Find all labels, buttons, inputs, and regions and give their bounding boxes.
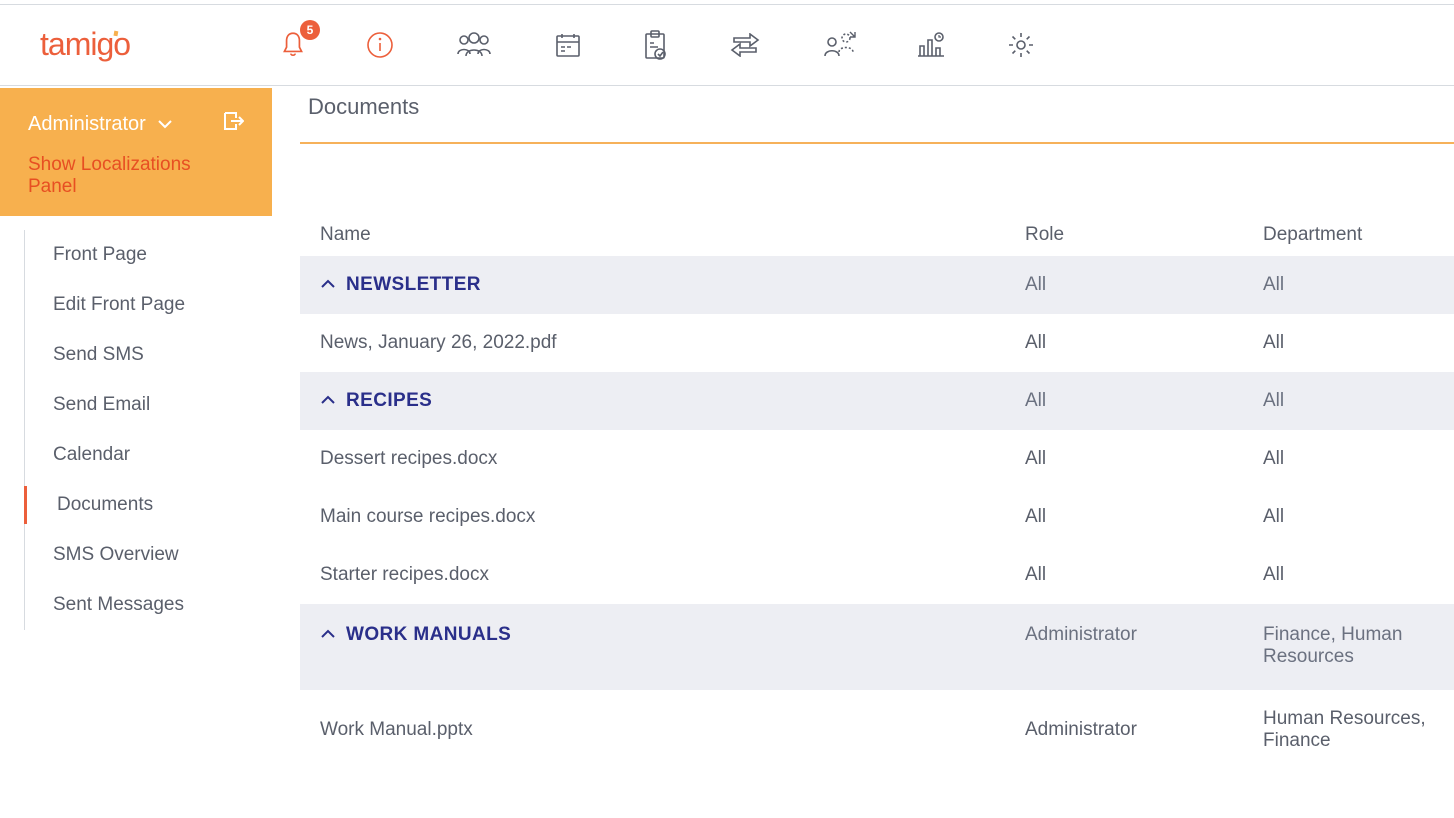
document-dept: All xyxy=(1263,506,1434,528)
logout-icon[interactable] xyxy=(222,110,244,138)
group-dept: All xyxy=(1263,390,1434,412)
sidebar-item-send-email[interactable]: Send Email xyxy=(25,380,272,430)
sidebar-item-send-sms[interactable]: Send SMS xyxy=(25,330,272,380)
document-row[interactable]: News, January 26, 2022.pdf All All xyxy=(300,314,1454,372)
chart-icon[interactable] xyxy=(916,30,946,60)
group-row-newsletter[interactable]: NEWSLETTER All All xyxy=(300,256,1454,314)
gear-icon[interactable] xyxy=(1006,30,1036,60)
role-selector[interactable]: Administrator xyxy=(28,110,244,138)
sidebar-item-sent-messages[interactable]: Sent Messages xyxy=(25,580,272,630)
group-dept: Finance, Human Resources xyxy=(1263,624,1434,668)
group-role: All xyxy=(1025,274,1263,296)
document-role: All xyxy=(1025,506,1263,528)
chevron-up-icon xyxy=(320,390,336,412)
document-row[interactable]: Work Manual.pptx Administrator Human Res… xyxy=(300,690,1454,770)
nav-icon-group: 5 xyxy=(280,30,1036,60)
people-icon[interactable] xyxy=(454,30,494,60)
document-row[interactable]: Main course recipes.docx All All xyxy=(300,488,1454,546)
sidebar-item-edit-front-page[interactable]: Edit Front Page xyxy=(25,280,272,330)
chevron-down-icon xyxy=(156,113,174,136)
sidebar-header: Administrator Show Localizations Panel xyxy=(0,88,272,216)
chevron-up-icon xyxy=(320,624,336,646)
document-row[interactable]: Dessert recipes.docx All All xyxy=(300,430,1454,488)
documents-table: Name Role Department NEWSLETTER All All … xyxy=(300,214,1454,770)
notifications-icon[interactable]: 5 xyxy=(280,30,306,60)
sidebar-item-documents[interactable]: Documents xyxy=(25,480,272,530)
page-title: Documents xyxy=(300,88,1454,144)
show-localizations-link[interactable]: Show Localizations Panel xyxy=(28,154,244,198)
clipboard-icon[interactable] xyxy=(642,30,668,60)
sidebar-nav: Front Page Edit Front Page Send SMS Send… xyxy=(24,230,272,630)
group-dept: All xyxy=(1263,274,1434,296)
table-header-row: Name Role Department xyxy=(300,214,1454,256)
document-row[interactable]: Starter recipes.docx All All xyxy=(300,546,1454,604)
document-name: News, January 26, 2022.pdf xyxy=(320,332,1025,354)
document-role: All xyxy=(1025,332,1263,354)
document-name: Work Manual.pptx xyxy=(320,719,1025,741)
calendar-icon[interactable] xyxy=(554,31,582,59)
notification-badge: 5 xyxy=(300,20,320,40)
sidebar-item-front-page[interactable]: Front Page xyxy=(25,230,272,280)
document-name: Dessert recipes.docx xyxy=(320,448,1025,470)
info-icon[interactable] xyxy=(366,31,394,59)
main-content: Documents Name Role Department NEWSLETTE… xyxy=(300,88,1454,818)
group-title: NEWSLETTER xyxy=(346,274,481,296)
document-name: Starter recipes.docx xyxy=(320,564,1025,586)
chevron-up-icon xyxy=(320,274,336,296)
group-row-recipes[interactable]: RECIPES All All xyxy=(300,372,1454,430)
group-row-work-manuals[interactable]: WORK MANUALS Administrator Finance, Huma… xyxy=(300,604,1454,690)
group-title: RECIPES xyxy=(346,390,432,412)
group-role: Administrator xyxy=(1025,624,1263,646)
document-role: All xyxy=(1025,448,1263,470)
document-role: All xyxy=(1025,564,1263,586)
sidebar-item-sms-overview[interactable]: SMS Overview xyxy=(25,530,272,580)
column-header-dept[interactable]: Department xyxy=(1263,224,1434,246)
group-role: All xyxy=(1025,390,1263,412)
document-role: Administrator xyxy=(1025,719,1263,741)
document-dept: All xyxy=(1263,448,1434,470)
column-header-role[interactable]: Role xyxy=(1025,224,1263,246)
group-title: WORK MANUALS xyxy=(346,624,511,646)
role-label: Administrator xyxy=(28,113,146,136)
transfer-icon[interactable] xyxy=(728,33,762,57)
top-nav: tamigo 5 xyxy=(0,4,1454,86)
document-dept: All xyxy=(1263,332,1434,354)
column-header-name[interactable]: Name xyxy=(320,224,1025,246)
brand-logo[interactable]: tamigo xyxy=(40,27,180,63)
document-dept: All xyxy=(1263,564,1434,586)
document-dept: Human Resources, Finance xyxy=(1263,708,1434,752)
target-people-icon[interactable] xyxy=(822,30,856,60)
document-name: Main course recipes.docx xyxy=(320,506,1025,528)
sidebar-item-calendar[interactable]: Calendar xyxy=(25,430,272,480)
